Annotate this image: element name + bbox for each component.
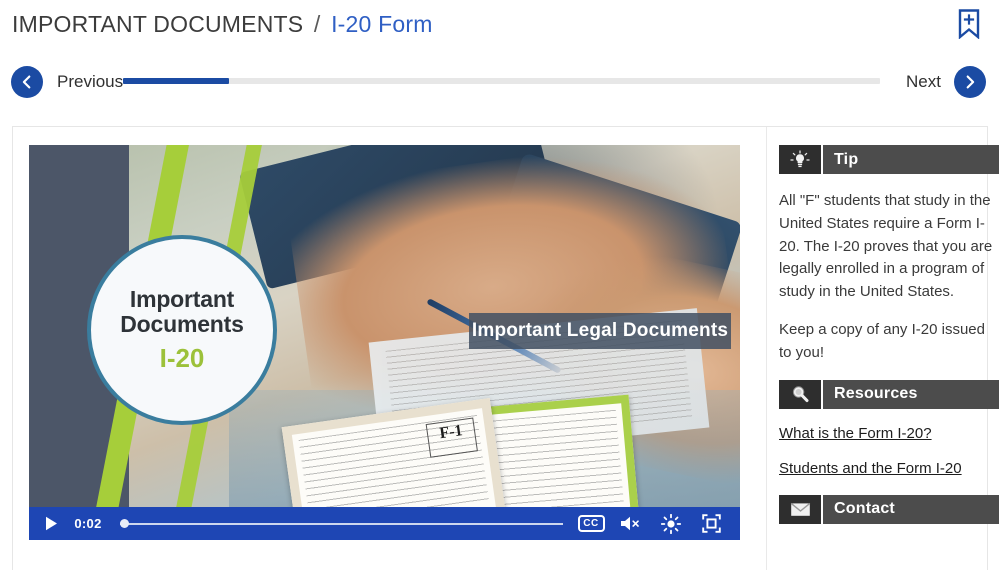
video-seek-track — [120, 522, 563, 525]
panel-title-tip: Tip — [823, 145, 999, 174]
breadcrumb-separator: / — [313, 10, 321, 37]
lesson-progress-bar — [123, 78, 880, 84]
video-current-time: 0:02 — [74, 516, 102, 531]
closed-caption-button[interactable]: CC — [571, 507, 611, 540]
brightness-settings-icon — [661, 513, 681, 534]
next-label: Next — [906, 72, 941, 91]
play-icon — [45, 516, 57, 531]
mute-button[interactable] — [611, 507, 651, 540]
lesson-content-card: F-1 Important Documents I-20 Important L… — [12, 126, 999, 570]
tip-paragraph-2: Keep a copy of any I-20 issued to you! — [779, 320, 985, 361]
video-banner-top: Important Legal Documents — [469, 313, 731, 349]
tip-paragraph-1: All "F" students that study in the Unite… — [779, 192, 993, 301]
badge-line-1: Important — [129, 285, 235, 312]
previous-button[interactable]: Previous — [11, 66, 123, 98]
next-button[interactable]: Next — [906, 66, 986, 98]
video-player[interactable]: F-1 Important Documents I-20 Important L… — [29, 145, 740, 540]
panel-header-resources: Resources — [779, 379, 999, 409]
video-title-badge: Important Documents I-20 — [87, 235, 277, 425]
breadcrumb: IMPORTANT DOCUMENTS / I-20 Form — [12, 11, 433, 38]
bookmark-add-button[interactable] — [952, 6, 986, 42]
volume-mute-icon — [621, 516, 639, 531]
fullscreen-icon — [701, 514, 721, 533]
resource-link-1[interactable]: What is the Form I-20? — [779, 425, 999, 442]
video-control-bar: 0:02 CC — [29, 507, 740, 540]
play-button[interactable] — [38, 516, 64, 531]
page-header: IMPORTANT DOCUMENTS / I-20 Form — [0, 0, 1000, 48]
chevron-left-icon — [11, 66, 43, 98]
settings-button[interactable] — [651, 507, 691, 540]
panel-header-contact: Contact — [779, 494, 999, 524]
previous-label: Previous — [57, 72, 124, 91]
form-stamp-label: F-1 — [425, 417, 478, 458]
magnifier-icon — [779, 379, 821, 409]
video-seek-bar[interactable] — [120, 517, 563, 531]
panel-title-contact: Contact — [823, 494, 999, 524]
breadcrumb-current[interactable]: I-20 Form — [331, 11, 432, 37]
closed-caption-icon: CC — [577, 515, 605, 532]
breadcrumb-parent[interactable]: IMPORTANT DOCUMENTS — [12, 11, 303, 37]
fullscreen-button[interactable] — [691, 507, 731, 540]
resource-link-2[interactable]: Students and the Form I-20 — [779, 460, 999, 477]
panel-title-resources: Resources — [823, 379, 999, 409]
video-seek-handle[interactable] — [120, 519, 129, 528]
envelope-icon — [779, 494, 821, 524]
chevron-right-icon — [954, 66, 986, 98]
badge-line-3: I-20 — [159, 343, 205, 374]
lesson-sidebar: Tip All "F" students that study in the U… — [766, 127, 1000, 570]
lightbulb-icon — [779, 145, 821, 174]
bookmark-add-icon — [958, 9, 980, 39]
lesson-progress-fill — [123, 78, 229, 84]
badge-line-2: Documents — [120, 311, 244, 338]
panel-header-tip: Tip — [779, 145, 999, 174]
